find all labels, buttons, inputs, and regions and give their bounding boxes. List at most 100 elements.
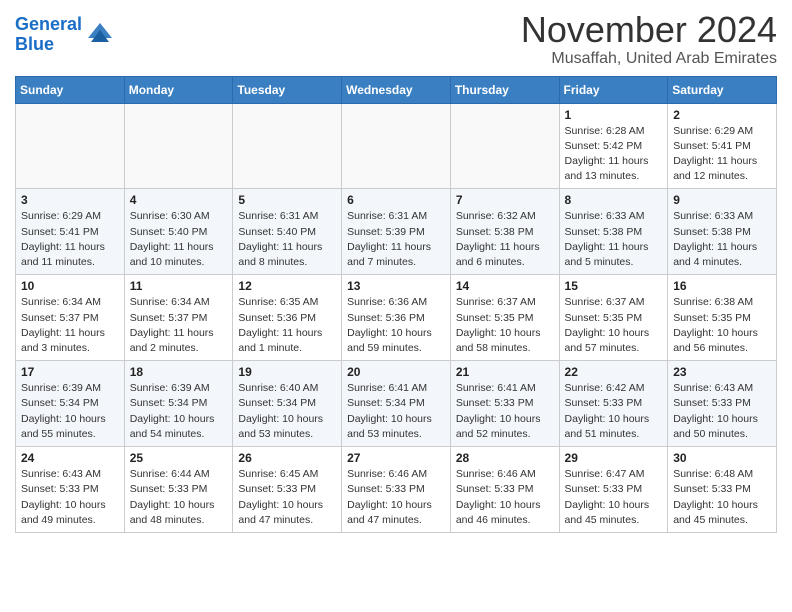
calendar-week-row: 1Sunrise: 6:28 AM Sunset: 5:42 PM Daylig…	[16, 103, 777, 189]
day-info: Sunrise: 6:39 AM Sunset: 5:34 PM Dayligh…	[130, 381, 228, 442]
day-info: Sunrise: 6:47 AM Sunset: 5:33 PM Dayligh…	[565, 467, 663, 528]
calendar-cell: 10 Sunrise: 6:34 AM Sunset: 5:37 PM Dayli…	[16, 275, 125, 361]
day-info: Sunrise: 6:42 AM Sunset: 5:33 PM Dayligh…	[565, 381, 663, 442]
calendar-cell: 21 Sunrise: 6:41 AM Sunset: 5:33 PM Dayli…	[450, 361, 559, 447]
weekday-header-wednesday: Wednesday	[342, 76, 451, 103]
title-block: November 2024 Musaffah, United Arab Emir…	[521, 10, 777, 68]
day-info: Sunrise: 6:31 AM Sunset: 5:40 PM Dayligh…	[238, 209, 336, 270]
calendar-cell: 25 Sunrise: 6:44 AM Sunset: 5:33 PM Dayli…	[124, 447, 233, 533]
calendar-week-row: 24Sunrise: 6:43 AM Sunset: 5:33 PM Dayli…	[16, 447, 777, 533]
calendar-cell: 8 Sunrise: 6:33 AM Sunset: 5:38 PM Daylig…	[559, 189, 668, 275]
day-info: Sunrise: 6:31 AM Sunset: 5:39 PM Dayligh…	[347, 209, 445, 270]
calendar-cell: 17 Sunrise: 6:39 AM Sunset: 5:34 PM Dayli…	[16, 361, 125, 447]
day-number: 18	[130, 365, 228, 379]
calendar-cell: 12 Sunrise: 6:35 AM Sunset: 5:36 PM Dayli…	[233, 275, 342, 361]
day-info: Sunrise: 6:41 AM Sunset: 5:34 PM Dayligh…	[347, 381, 445, 442]
day-number: 26	[238, 451, 336, 465]
weekday-header-row: SundayMondayTuesdayWednesdayThursdayFrid…	[16, 76, 777, 103]
day-info: Sunrise: 6:38 AM Sunset: 5:35 PM Dayligh…	[673, 295, 771, 356]
calendar-cell: 30 Sunrise: 6:48 AM Sunset: 5:33 PM Dayli…	[668, 447, 777, 533]
calendar-cell: 18 Sunrise: 6:39 AM Sunset: 5:34 PM Dayli…	[124, 361, 233, 447]
day-number: 15	[565, 279, 663, 293]
day-number: 30	[673, 451, 771, 465]
weekday-header-monday: Monday	[124, 76, 233, 103]
day-number: 21	[456, 365, 554, 379]
day-number: 25	[130, 451, 228, 465]
calendar-cell: 23 Sunrise: 6:43 AM Sunset: 5:33 PM Dayli…	[668, 361, 777, 447]
calendar-cell	[450, 103, 559, 189]
calendar-cell: 26 Sunrise: 6:45 AM Sunset: 5:33 PM Dayli…	[233, 447, 342, 533]
calendar-cell: 16Sunrise: 6:38 AM Sunset: 5:35 PM Dayli…	[668, 275, 777, 361]
day-info: Sunrise: 6:45 AM Sunset: 5:33 PM Dayligh…	[238, 467, 336, 528]
day-info: Sunrise: 6:44 AM Sunset: 5:33 PM Dayligh…	[130, 467, 228, 528]
day-number: 19	[238, 365, 336, 379]
location-title: Musaffah, United Arab Emirates	[521, 50, 777, 68]
day-info: Sunrise: 6:36 AM Sunset: 5:36 PM Dayligh…	[347, 295, 445, 356]
calendar-cell: 29 Sunrise: 6:47 AM Sunset: 5:33 PM Dayli…	[559, 447, 668, 533]
day-number: 5	[238, 193, 336, 207]
day-number: 27	[347, 451, 445, 465]
day-number: 4	[130, 193, 228, 207]
day-info: Sunrise: 6:46 AM Sunset: 5:33 PM Dayligh…	[456, 467, 554, 528]
day-number: 17	[21, 365, 119, 379]
weekday-header-sunday: Sunday	[16, 76, 125, 103]
calendar-cell: 5 Sunrise: 6:31 AM Sunset: 5:40 PM Daylig…	[233, 189, 342, 275]
day-info: Sunrise: 6:29 AM Sunset: 5:41 PM Dayligh…	[673, 124, 771, 185]
day-number: 24	[21, 451, 119, 465]
logo-text: General Blue	[15, 15, 82, 55]
day-number: 9	[673, 193, 771, 207]
calendar-cell: 11 Sunrise: 6:34 AM Sunset: 5:37 PM Dayli…	[124, 275, 233, 361]
calendar-cell: 4 Sunrise: 6:30 AM Sunset: 5:40 PM Daylig…	[124, 189, 233, 275]
calendar-cell: 13 Sunrise: 6:36 AM Sunset: 5:36 PM Dayli…	[342, 275, 451, 361]
calendar-cell: 3 Sunrise: 6:29 AM Sunset: 5:41 PM Daylig…	[16, 189, 125, 275]
day-info: Sunrise: 6:40 AM Sunset: 5:34 PM Dayligh…	[238, 381, 336, 442]
calendar-cell: 24Sunrise: 6:43 AM Sunset: 5:33 PM Dayli…	[16, 447, 125, 533]
calendar-cell: 1Sunrise: 6:28 AM Sunset: 5:42 PM Daylig…	[559, 103, 668, 189]
weekday-header-thursday: Thursday	[450, 76, 559, 103]
day-number: 14	[456, 279, 554, 293]
day-number: 13	[347, 279, 445, 293]
calendar-cell: 20Sunrise: 6:41 AM Sunset: 5:34 PM Dayli…	[342, 361, 451, 447]
calendar-cell	[342, 103, 451, 189]
day-number: 3	[21, 193, 119, 207]
day-info: Sunrise: 6:46 AM Sunset: 5:33 PM Dayligh…	[347, 467, 445, 528]
day-info: Sunrise: 6:37 AM Sunset: 5:35 PM Dayligh…	[456, 295, 554, 356]
calendar-table: SundayMondayTuesdayWednesdayThursdayFrid…	[15, 76, 777, 533]
day-info: Sunrise: 6:34 AM Sunset: 5:37 PM Dayligh…	[130, 295, 228, 356]
calendar-cell: 9Sunrise: 6:33 AM Sunset: 5:38 PM Daylig…	[668, 189, 777, 275]
day-info: Sunrise: 6:30 AM Sunset: 5:40 PM Dayligh…	[130, 209, 228, 270]
day-number: 7	[456, 193, 554, 207]
day-info: Sunrise: 6:32 AM Sunset: 5:38 PM Dayligh…	[456, 209, 554, 270]
calendar-cell: 19 Sunrise: 6:40 AM Sunset: 5:34 PM Dayli…	[233, 361, 342, 447]
day-info: Sunrise: 6:33 AM Sunset: 5:38 PM Dayligh…	[565, 209, 663, 270]
day-number: 11	[130, 279, 228, 293]
day-number: 8	[565, 193, 663, 207]
calendar-cell: 7 Sunrise: 6:32 AM Sunset: 5:38 PM Daylig…	[450, 189, 559, 275]
day-number: 12	[238, 279, 336, 293]
day-number: 10	[21, 279, 119, 293]
calendar-cell: 28Sunrise: 6:46 AM Sunset: 5:33 PM Dayli…	[450, 447, 559, 533]
calendar-week-row: 10 Sunrise: 6:34 AM Sunset: 5:37 PM Dayli…	[16, 275, 777, 361]
calendar-cell	[124, 103, 233, 189]
day-info: Sunrise: 6:39 AM Sunset: 5:34 PM Dayligh…	[21, 381, 119, 442]
day-number: 22	[565, 365, 663, 379]
weekday-header-saturday: Saturday	[668, 76, 777, 103]
day-info: Sunrise: 6:41 AM Sunset: 5:33 PM Dayligh…	[456, 381, 554, 442]
calendar-cell: 15Sunrise: 6:37 AM Sunset: 5:35 PM Dayli…	[559, 275, 668, 361]
logo-icon	[85, 20, 115, 50]
calendar-cell: 14 Sunrise: 6:37 AM Sunset: 5:35 PM Dayli…	[450, 275, 559, 361]
calendar-cell: 2 Sunrise: 6:29 AM Sunset: 5:41 PM Daylig…	[668, 103, 777, 189]
day-number: 23	[673, 365, 771, 379]
page-header: General Blue November 2024 Musaffah, Uni…	[15, 10, 777, 68]
day-info: Sunrise: 6:48 AM Sunset: 5:33 PM Dayligh…	[673, 467, 771, 528]
day-info: Sunrise: 6:34 AM Sunset: 5:37 PM Dayligh…	[21, 295, 119, 356]
day-number: 2	[673, 108, 771, 122]
day-info: Sunrise: 6:43 AM Sunset: 5:33 PM Dayligh…	[673, 381, 771, 442]
day-number: 29	[565, 451, 663, 465]
day-info: Sunrise: 6:35 AM Sunset: 5:36 PM Dayligh…	[238, 295, 336, 356]
day-number: 1	[565, 108, 663, 122]
calendar-cell: 6 Sunrise: 6:31 AM Sunset: 5:39 PM Daylig…	[342, 189, 451, 275]
day-number: 6	[347, 193, 445, 207]
logo: General Blue	[15, 15, 115, 55]
day-info: Sunrise: 6:29 AM Sunset: 5:41 PM Dayligh…	[21, 209, 119, 270]
